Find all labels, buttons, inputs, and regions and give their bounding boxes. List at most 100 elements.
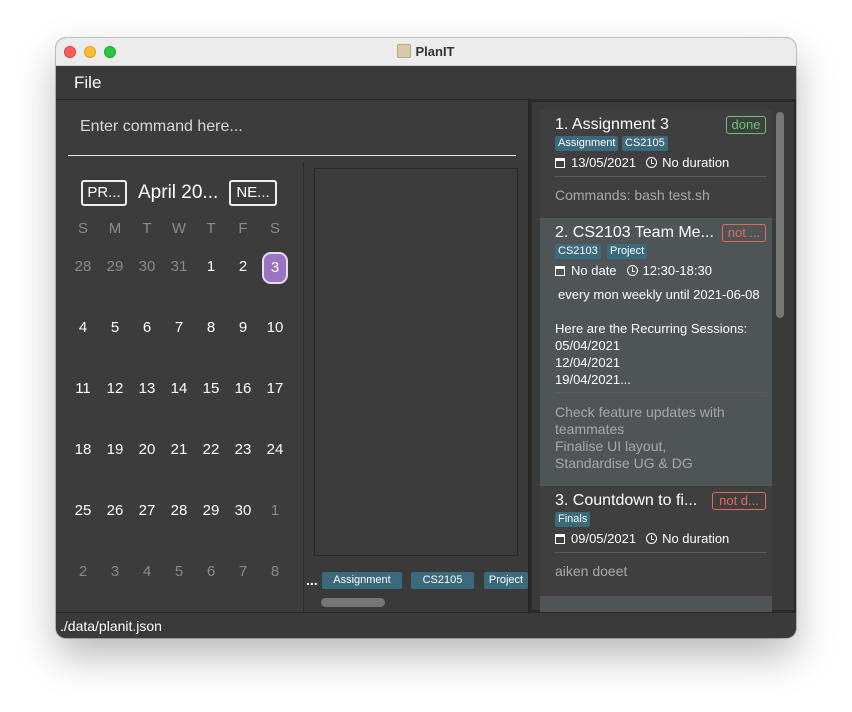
task-card[interactable]: 3. Countdown to fi... not d... Finals 09… (540, 486, 772, 596)
calendar-day[interactable]: 29 (102, 252, 128, 282)
calendar-day[interactable]: 6 (134, 313, 160, 343)
calendar-day[interactable]: 21 (166, 435, 192, 465)
task-list-scrollbar[interactable] (776, 112, 784, 318)
calendar-day[interactable]: 30 (230, 496, 256, 526)
calendar-day[interactable]: 27 (134, 496, 160, 526)
calendar-day[interactable]: 26 (102, 496, 128, 526)
calendar-day[interactable]: 11 (70, 374, 96, 404)
calendar-day[interactable]: 23 (230, 435, 256, 465)
calendar-day[interactable]: 6 (198, 557, 224, 587)
weekday-label: M (108, 220, 122, 237)
task-tag: CS2103 (555, 244, 601, 259)
calendar-day[interactable]: 22 (198, 435, 224, 465)
calendar-day[interactable]: 10 (262, 313, 288, 343)
calendar-day[interactable]: 13 (134, 374, 160, 404)
tags-panel-content (314, 168, 518, 556)
weekday-label: T (206, 220, 216, 237)
weekday-label: T (142, 220, 152, 237)
calendar-day[interactable]: 7 (166, 313, 192, 343)
tags-panel: ... Assignment CS2105 Project (303, 162, 528, 612)
menu-file[interactable]: File (74, 73, 101, 93)
calendar-day[interactable]: 4 (70, 313, 96, 343)
task-list-panel: 1. Assignment 3 done Assignment CS2105 1… (528, 100, 796, 612)
calendar: PR... April 20... NE... S M T W T F S 28… (56, 162, 301, 612)
left-pane: PR... April 20... NE... S M T W T F S 28… (56, 100, 528, 612)
task-duration: No duration (662, 155, 730, 170)
status-bar: ./data/planit.json (56, 612, 796, 638)
calendar-day[interactable]: 8 (262, 557, 288, 587)
task-description: aiken doeet (555, 563, 628, 579)
calendar-day[interactable]: 17 (262, 374, 288, 404)
calendar-icon (555, 534, 565, 544)
calendar-prev-button[interactable]: PR... (81, 180, 127, 206)
calendar-day[interactable]: 5 (102, 313, 128, 343)
calendar-day[interactable]: 8 (198, 313, 224, 343)
status-badge: done (726, 116, 766, 134)
tag-filter-chip[interactable]: Project (484, 572, 528, 589)
calendar-day[interactable]: 12 (102, 374, 128, 404)
calendar-day[interactable]: 15 (198, 374, 224, 404)
calendar-day[interactable]: 2 (70, 557, 96, 587)
calendar-day[interactable]: 31 (166, 252, 192, 282)
app-window: PlanIT File PR... April 20... NE... S M … (56, 38, 796, 638)
calendar-next-button[interactable]: NE... (229, 180, 277, 206)
task-meta: 09/05/2021 No duration (555, 531, 729, 546)
status-badge: not ... (722, 224, 766, 242)
calendar-month-label: April 20... (138, 182, 219, 203)
task-date: No date (571, 263, 617, 278)
recurring-sessions-heading: Here are the Recurring Sessions: (555, 321, 748, 336)
tag-filter-chip[interactable]: Assignment (322, 572, 402, 589)
command-input[interactable] (68, 114, 516, 155)
calendar-day[interactable]: 20 (134, 435, 160, 465)
calendar-day[interactable]: 14 (166, 374, 192, 404)
calendar-day[interactable]: 28 (166, 496, 192, 526)
calendar-day[interactable]: 19 (102, 435, 128, 465)
calendar-day[interactable]: 24 (262, 435, 288, 465)
tag-filter-chip[interactable]: CS2105 (411, 572, 474, 589)
calendar-icon (555, 158, 565, 168)
calendar-day[interactable]: 4 (134, 557, 160, 587)
status-badge: not d... (712, 492, 766, 510)
task-duration: 12:30-18:30 (642, 263, 712, 278)
calendar-day[interactable]: 5 (166, 557, 192, 587)
menu-bar: File (56, 66, 796, 100)
divider (555, 552, 767, 553)
clock-icon (646, 533, 658, 544)
calendar-day[interactable]: 7 (230, 557, 256, 587)
data-file-path: ./data/planit.json (60, 618, 162, 634)
calendar-day[interactable]: 3 (102, 557, 128, 587)
calendar-day[interactable]: 28 (70, 252, 96, 282)
calendar-day[interactable]: 25 (70, 496, 96, 526)
recurring-session: 19/04/2021... (555, 372, 631, 387)
weekday-label: W (171, 220, 187, 237)
calendar-day[interactable]: 1 (198, 252, 224, 282)
task-card[interactable]: 1. Assignment 3 done Assignment CS2105 1… (540, 110, 772, 218)
task-meta: No date 12:30-18:30 (555, 263, 712, 278)
calendar-day-today[interactable]: 3 (262, 252, 288, 284)
app-icon (397, 44, 412, 58)
calendar-day[interactable]: 29 (198, 496, 224, 526)
calendar-day[interactable]: 16 (230, 374, 256, 404)
task-recurrence: every mon weekly until 2021-06-08 (558, 287, 760, 302)
calendar-day[interactable]: 2 (230, 252, 256, 282)
task-card-partial[interactable] (540, 596, 772, 612)
task-card[interactable]: 2. CS2103 Team Me... not ... CS2103 Proj… (540, 218, 772, 486)
calendar-day[interactable]: 30 (134, 252, 160, 282)
clock-icon (626, 265, 638, 276)
calendar-icon (555, 266, 565, 276)
command-box (68, 114, 516, 156)
window-title-wrap: PlanIT (56, 44, 796, 59)
weekday-label: S (77, 220, 88, 237)
task-tag: Project (607, 244, 648, 259)
tag-bar-overflow: ... (306, 572, 318, 588)
task-description-line: Finalise UI layout, (555, 438, 667, 454)
recurring-session: 05/04/2021 (555, 338, 621, 353)
calendar-day[interactable]: 18 (70, 435, 96, 465)
calendar-day[interactable]: 1 (262, 496, 288, 526)
calendar-day[interactable]: 9 (230, 313, 256, 343)
divider (555, 392, 767, 393)
task-date: 13/05/2021 (571, 155, 637, 170)
task-title: 3. Countdown to fi... (555, 492, 698, 509)
tag-bar-scrollbar[interactable] (321, 598, 385, 607)
clock-icon (646, 157, 658, 168)
